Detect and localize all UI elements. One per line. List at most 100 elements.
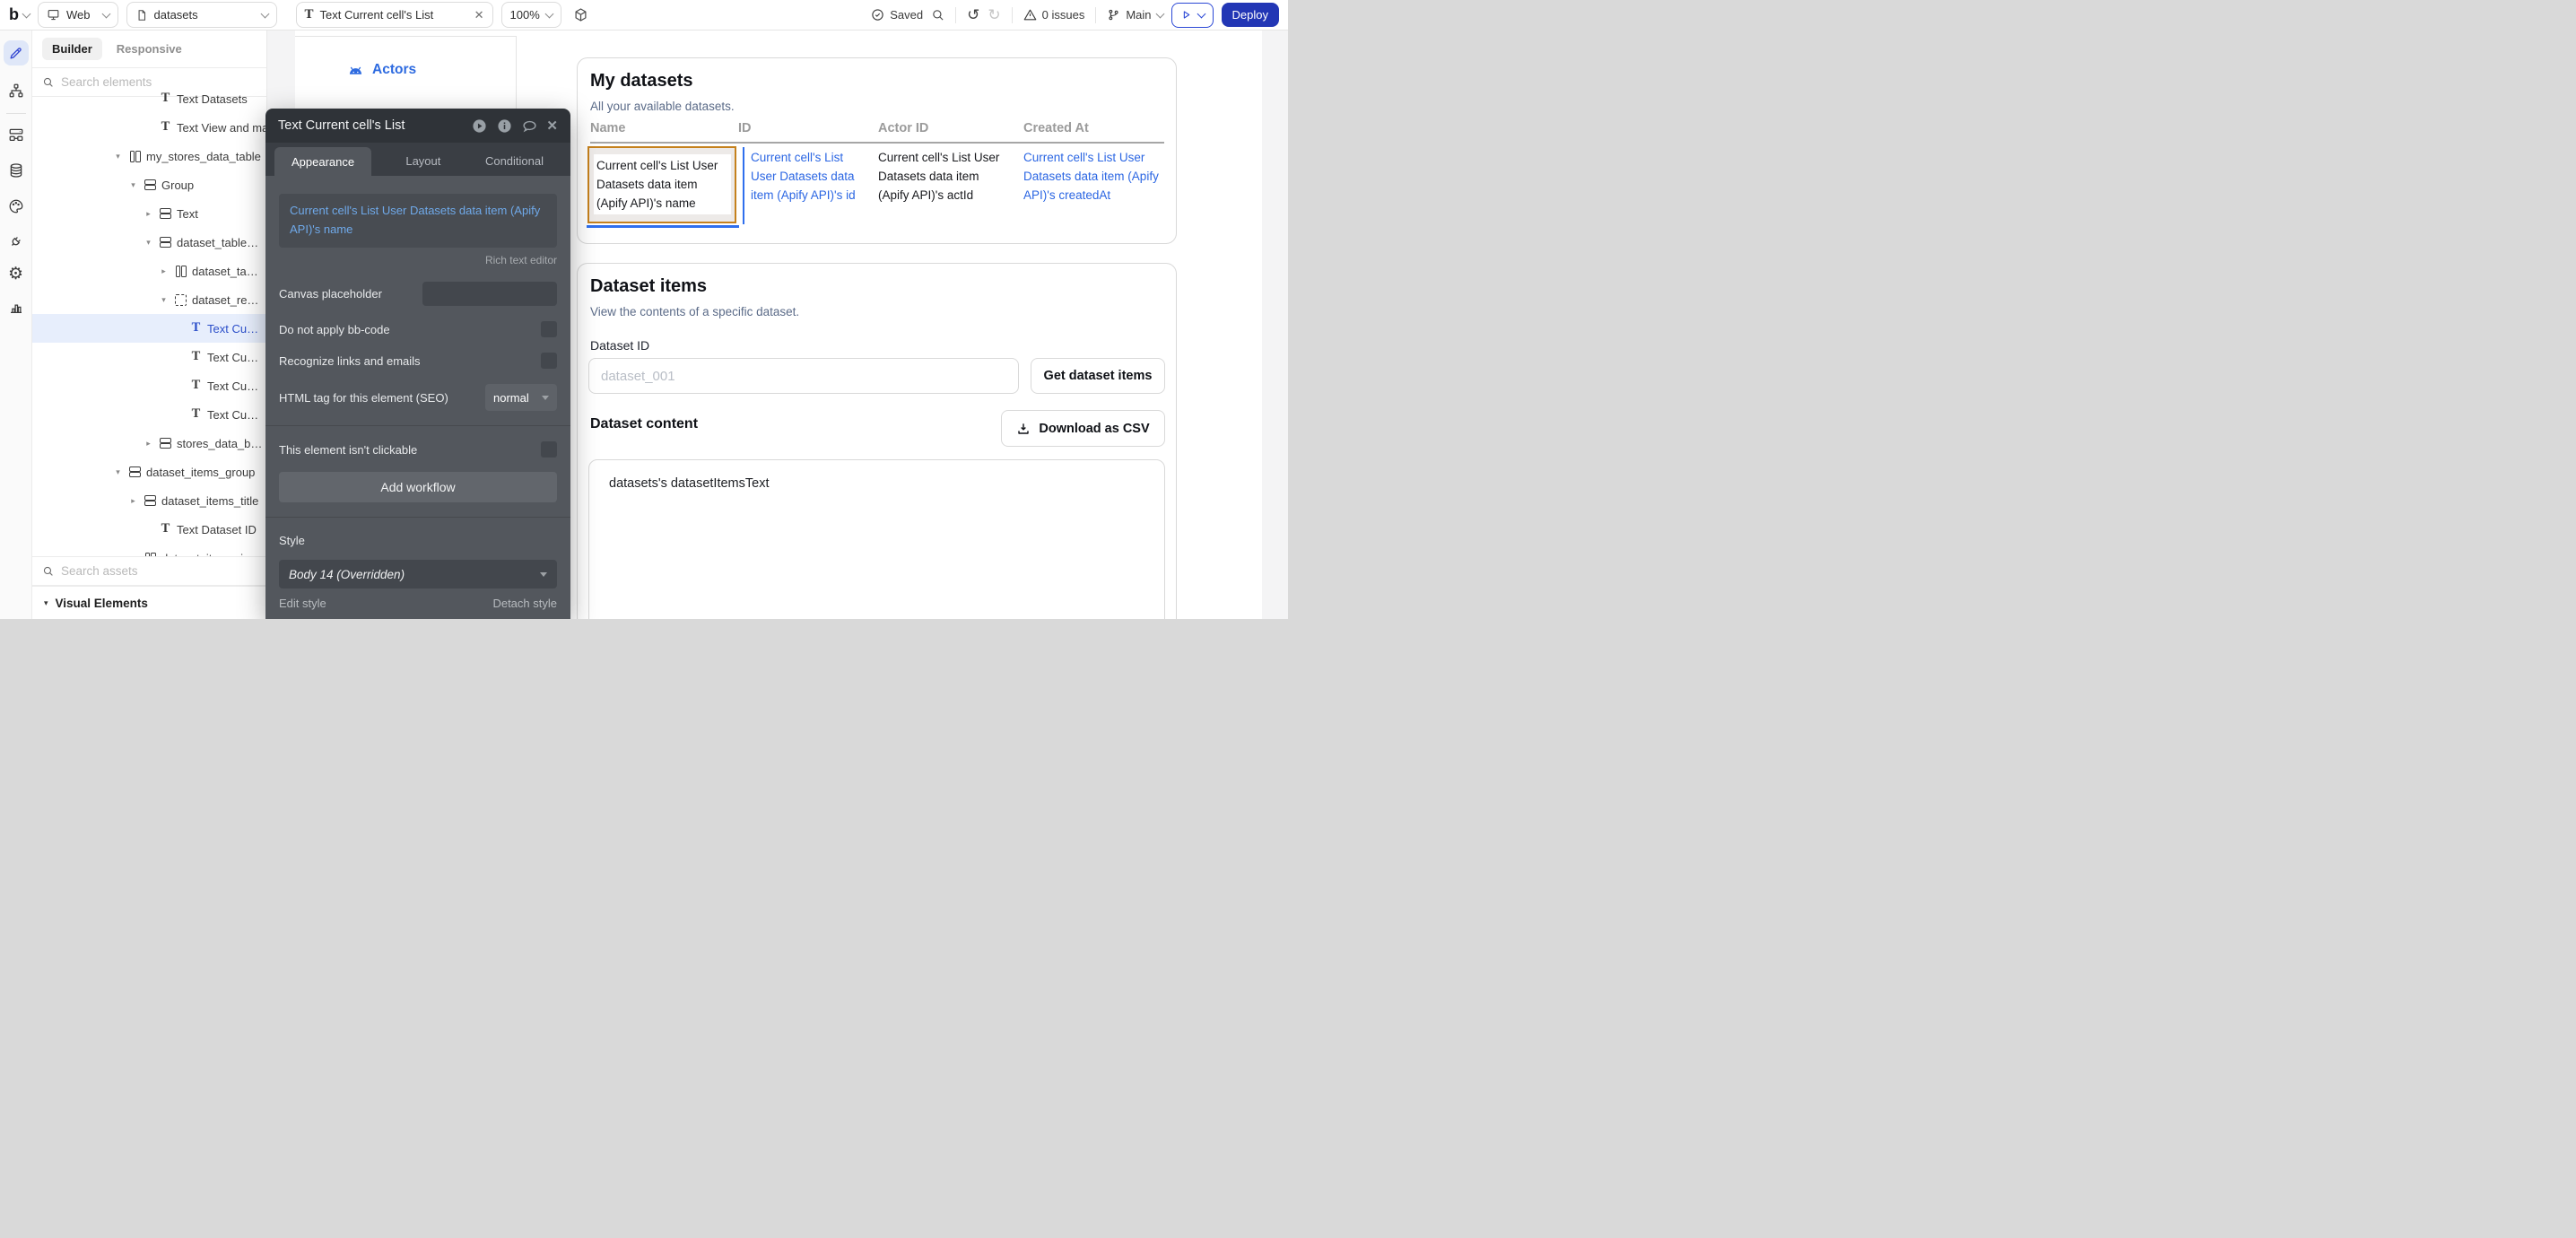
text-element-icon	[159, 523, 172, 536]
tree-item-group[interactable]: Group	[31, 170, 266, 199]
element-tab[interactable]: T Text Current cell's List ✕	[296, 2, 493, 28]
caret-collapsed-icon[interactable]	[158, 266, 170, 276]
caret-collapsed-icon[interactable]	[143, 439, 154, 449]
tree-item-label: Group	[161, 179, 194, 192]
undo-icon[interactable]: ↺	[967, 7, 979, 22]
tree-item-stores-data-b-[interactable]: stores_data_b…	[31, 429, 266, 458]
dataset-content-box[interactable]: datasets's datasetItemsText	[588, 459, 1165, 619]
style-dropdown[interactable]: Body 14 (Overridden)	[279, 560, 557, 588]
tree-item-dataset-items-group[interactable]: dataset_items_group	[31, 458, 266, 486]
content-expression-editor[interactable]: Current cell's List User Datasets data i…	[279, 194, 557, 248]
html-tag-dropdown[interactable]: normal	[485, 384, 557, 411]
dataset-content-value: datasets's datasetItemsText	[589, 460, 1164, 491]
bb-code-checkbox[interactable]	[541, 321, 557, 337]
issues-indicator[interactable]: 0 issues	[1023, 8, 1085, 22]
caret-collapsed-icon[interactable]	[143, 209, 154, 219]
dropdown-triangle-icon	[542, 396, 549, 400]
dataset-id-label: Dataset ID	[590, 338, 649, 353]
visual-elements-section[interactable]: ▾ Visual Elements	[31, 586, 266, 619]
bb-code-label: Do not apply bb-code	[279, 323, 390, 336]
download-csv-button[interactable]: Download as CSV	[1001, 410, 1165, 447]
search-assets-input[interactable]: Search assets	[31, 556, 266, 586]
inspector-header[interactable]: Text Current cell's List ✕	[265, 109, 570, 143]
sitemap-icon[interactable]	[8, 83, 24, 99]
column-header-id: ID	[738, 121, 752, 135]
recognize-links-checkbox[interactable]	[541, 353, 557, 369]
tree-item-dataset-table-[interactable]: dataset_table…	[31, 228, 266, 257]
tab-appearance[interactable]: Appearance	[274, 147, 371, 176]
tree-item-text-dataset-id[interactable]: Text Dataset ID	[31, 515, 266, 544]
preview-button[interactable]	[1171, 3, 1214, 28]
caret-expanded-icon[interactable]	[112, 152, 124, 161]
tab-layout[interactable]: Layout	[405, 154, 440, 168]
caret-expanded-icon[interactable]	[158, 295, 170, 305]
dataset-content-label: Dataset content	[590, 416, 698, 432]
divider	[265, 517, 570, 518]
get-dataset-items-button[interactable]: Get dataset items	[1031, 358, 1165, 394]
close-icon[interactable]: ✕	[546, 119, 558, 133]
tree-item-my-stores-data-table[interactable]: my_stores_data_table	[31, 142, 266, 170]
text-element-icon	[189, 322, 203, 336]
table-cell-link[interactable]: Current cell's List User Datasets data i…	[1023, 148, 1167, 205]
rich-text-editor-link[interactable]: Rich text editor	[279, 254, 557, 266]
tree-item-text-cu-[interactable]: Text Cu…	[31, 343, 266, 371]
database-icon[interactable]	[8, 162, 24, 179]
canvas-placeholder-input[interactable]	[422, 282, 557, 306]
edit-style-link[interactable]: Edit style	[279, 597, 326, 610]
element-tree: Text DatasetsText View and mana…my_store…	[31, 84, 266, 556]
redo-icon[interactable]: ↻	[988, 7, 1000, 22]
info-icon[interactable]	[496, 118, 512, 134]
tree-item-label: dataset_items_title	[161, 494, 258, 508]
tree-item-dataset-re-[interactable]: dataset_re…	[31, 285, 266, 314]
caret-expanded-icon[interactable]	[143, 238, 154, 248]
android-robot-icon	[347, 63, 364, 78]
caret-expanded-icon[interactable]	[127, 180, 139, 190]
detach-style-link[interactable]: Detach style	[492, 597, 557, 610]
tab-conditional[interactable]: Conditional	[485, 154, 544, 168]
dataset-id-input[interactable]: dataset_001	[588, 358, 1019, 394]
component-cube-icon[interactable]	[573, 7, 588, 22]
table-cell-selected[interactable]: Current cell's List User Datasets data i…	[587, 146, 736, 223]
app-logo-menu[interactable]: b	[9, 5, 30, 24]
page-select[interactable]: datasets	[126, 2, 277, 28]
tree-item-label: Text Cu…	[207, 408, 258, 422]
caret-collapsed-icon[interactable]	[127, 496, 139, 506]
not-clickable-checkbox[interactable]	[541, 441, 557, 458]
content-expression: Current cell's List User Datasets data i…	[290, 204, 540, 236]
tree-item-text-view-and-mana-[interactable]: Text View and mana…	[31, 113, 266, 142]
branch-select[interactable]: Main	[1107, 8, 1162, 22]
tree-item-dataset-items-title[interactable]: dataset_items_title	[31, 486, 266, 515]
plugins-plug-icon[interactable]	[8, 233, 24, 249]
tree-item-text-datasets[interactable]: Text Datasets	[31, 84, 266, 113]
design-pencil-icon[interactable]	[4, 40, 29, 65]
close-icon[interactable]: ✕	[474, 8, 484, 22]
tab-responsive[interactable]: Responsive	[117, 42, 182, 56]
caret-expanded-icon[interactable]	[112, 467, 124, 477]
tab-builder[interactable]: Builder	[42, 38, 102, 60]
download-csv-label: Download as CSV	[1039, 422, 1149, 436]
tree-item-dataset-ta-[interactable]: dataset_ta…	[31, 257, 266, 285]
run-workflow-icon[interactable]	[471, 118, 487, 134]
deploy-label: Deploy	[1232, 8, 1268, 22]
zoom-select[interactable]: 100%	[501, 2, 561, 28]
search-icon[interactable]	[931, 8, 944, 22]
settings-gear-icon[interactable]: ⚙	[8, 266, 23, 283]
not-clickable-label: This element isn't clickable	[279, 443, 417, 457]
tree-item-text-cu-[interactable]: Text Cu…	[31, 371, 266, 400]
tree-item-text[interactable]: Text	[31, 199, 266, 228]
tree-item-text-cu-[interactable]: Text Cu…	[31, 314, 266, 343]
tree-item-dataset-items-in-[interactable]: dataset_items_in…	[31, 544, 266, 556]
styles-palette-icon[interactable]	[8, 198, 24, 214]
table-cell-link[interactable]: Current cell's List User Datasets data i…	[751, 148, 866, 205]
platform-select[interactable]: Web	[38, 2, 118, 28]
save-status: Saved	[871, 8, 923, 22]
nav-item-actors[interactable]: Actors	[347, 62, 416, 78]
tree-item-text-cu-[interactable]: Text Cu…	[31, 400, 266, 429]
workflow-blocks-icon[interactable]	[8, 126, 24, 143]
comment-icon[interactable]	[521, 118, 537, 134]
selection-vline	[743, 147, 744, 224]
download-icon	[1016, 422, 1031, 436]
add-workflow-button[interactable]: Add workflow	[279, 472, 557, 502]
logs-chart-icon[interactable]	[8, 299, 24, 315]
deploy-button[interactable]: Deploy	[1222, 3, 1279, 27]
